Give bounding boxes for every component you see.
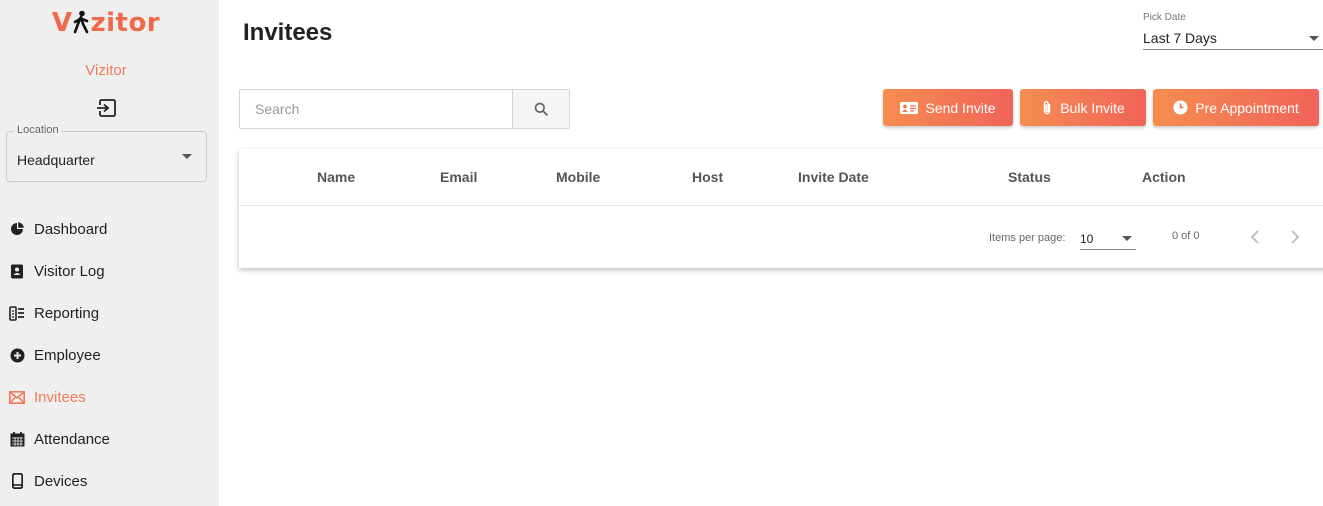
bulk-invite-label: Bulk Invite — [1060, 99, 1125, 116]
page-size-select[interactable]: 10 — [1080, 229, 1136, 250]
invitees-table-card: Name Email Mobile Host Invite Date Statu… — [239, 149, 1323, 268]
send-invite-button[interactable]: Send Invite — [883, 89, 1013, 126]
page-range-label: 0 of 0 — [1172, 230, 1200, 242]
sidebar-item-reporting[interactable]: Reporting — [0, 292, 219, 334]
search-icon — [534, 102, 548, 116]
sidebar-item-label: Visitor Log — [34, 262, 105, 280]
column-header-action[interactable]: Action — [1142, 169, 1186, 185]
contact-book-icon — [9, 263, 25, 279]
location-value: Headquarter — [17, 152, 95, 168]
paperclip-icon — [1041, 100, 1053, 116]
organization-name: Vizitor — [85, 62, 127, 79]
column-header-status[interactable]: Status — [1008, 169, 1051, 185]
chevron-down-icon — [1309, 36, 1319, 41]
search-input[interactable] — [240, 90, 513, 128]
sidebar-item-label: Attendance — [34, 430, 110, 448]
sidebar-item-attendance[interactable]: Attendance — [0, 418, 219, 460]
plus-circle-icon — [9, 347, 25, 363]
sidebar-item-label: Employee — [34, 346, 101, 364]
report-icon — [9, 305, 25, 321]
send-invite-label: Send Invite — [925, 99, 996, 116]
walking-person-logo-icon — [74, 10, 89, 34]
date-range-label: Pick Date — [1143, 12, 1186, 23]
logout-icon[interactable] — [96, 97, 118, 119]
page-size-value: 10 — [1080, 232, 1094, 246]
bulk-invite-button[interactable]: Bulk Invite — [1020, 89, 1146, 126]
chevron-left-icon — [1250, 230, 1259, 244]
sidebar-nav: Dashboard Visitor Log Reporting Employee… — [0, 208, 219, 502]
search-button[interactable] — [512, 90, 569, 128]
sidebar-item-label: Dashboard — [34, 220, 108, 238]
mobile-device-icon — [9, 473, 25, 489]
sidebar-item-visitor-log[interactable]: Visitor Log — [0, 250, 219, 292]
vizitor-logo[interactable]: Vzitor — [0, 8, 212, 38]
table-header-row: Name Email Mobile Host Invite Date Statu… — [239, 149, 1323, 206]
next-page-button[interactable] — [1283, 225, 1307, 249]
column-header-host[interactable]: Host — [692, 169, 723, 185]
chevron-right-icon — [1291, 230, 1300, 244]
pie-chart-icon — [9, 221, 25, 237]
sidebar-item-label: Devices — [34, 472, 88, 490]
location-label: Location — [14, 124, 62, 136]
date-range-select[interactable]: Pick Date Last 7 Days — [1143, 10, 1323, 50]
chevron-down-icon — [182, 154, 192, 159]
page-title: Invitees — [243, 19, 333, 46]
pre-appointment-label: Pre Appointment — [1195, 99, 1299, 116]
sidebar-item-dashboard[interactable]: Dashboard — [0, 208, 219, 250]
logo-text-suffix: zitor — [90, 8, 161, 38]
search-bar — [239, 89, 570, 129]
column-header-invite-date[interactable]: Invite Date — [798, 169, 869, 185]
column-header-mobile[interactable]: Mobile — [556, 169, 600, 185]
clock-icon — [1173, 100, 1188, 115]
sidebar-item-label: Invitees — [34, 388, 86, 406]
column-header-email[interactable]: Email — [440, 169, 477, 185]
items-per-page-label: Items per page: — [989, 232, 1066, 244]
calendar-icon — [9, 431, 25, 447]
sidebar-item-employee[interactable]: Employee — [0, 334, 219, 376]
sidebar-item-devices[interactable]: Devices — [0, 460, 219, 502]
sidebar: Vzitor Vizitor Location Headquarter Dash… — [0, 0, 219, 506]
sidebar-item-label: Reporting — [34, 304, 100, 322]
select-underline — [1143, 49, 1323, 50]
envelope-icon — [9, 389, 25, 405]
id-card-icon — [900, 101, 919, 114]
date-range-value: Last 7 Days — [1143, 30, 1217, 46]
location-select[interactable]: Location Headquarter — [6, 124, 207, 182]
logo-text-prefix: V — [51, 8, 73, 38]
column-header-name[interactable]: Name — [317, 169, 355, 185]
sidebar-item-invitees[interactable]: Invitees — [0, 376, 219, 418]
chevron-down-icon — [1122, 236, 1132, 241]
previous-page-button[interactable] — [1243, 225, 1267, 249]
pre-appointment-button[interactable]: Pre Appointment — [1153, 89, 1319, 126]
